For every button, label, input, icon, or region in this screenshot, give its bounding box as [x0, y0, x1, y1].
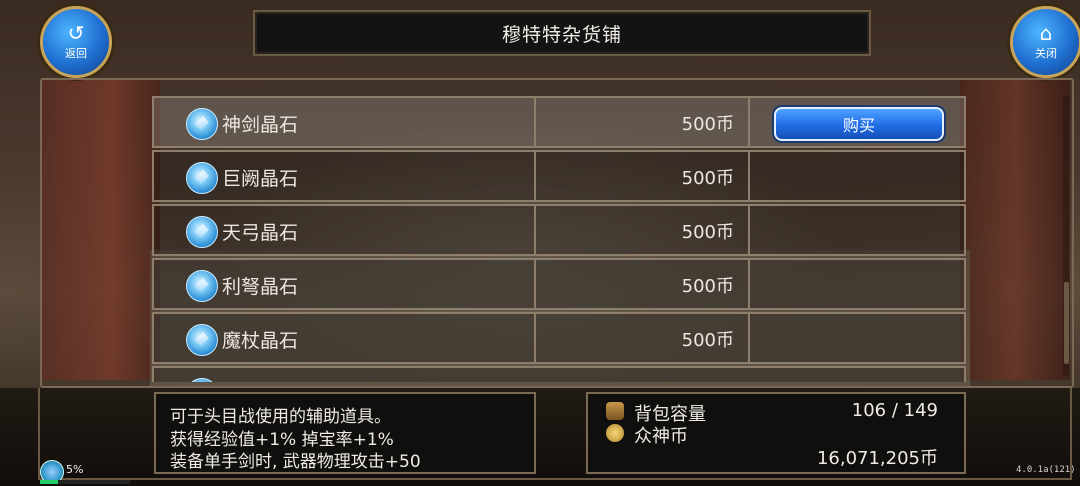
shop-title-bar: 穆特特杂货铺 — [253, 10, 871, 56]
crystal-gem-icon — [186, 162, 218, 194]
close-label: 关闭 — [1035, 47, 1057, 60]
crystal-gem-icon — [186, 216, 218, 248]
column-divider — [748, 314, 750, 362]
shop-item-list: 神剑晶石 500币 购买 巨阙晶石 500币 天弓晶石 500币 利弩晶石 50… — [152, 92, 966, 382]
shop-item-row-partial[interactable] — [152, 366, 966, 382]
item-name: 天弓晶石 — [222, 222, 299, 244]
shop-item-row[interactable]: 巨阙晶石 500币 — [152, 150, 966, 202]
description-line: 装备单手剑时, 武器物理攻击+50 — [170, 452, 421, 472]
coin-icon — [606, 424, 624, 442]
bag-capacity-value: 106 / 149 — [851, 400, 938, 421]
back-arrow-icon: ↺ — [67, 21, 85, 45]
shop-item-row[interactable]: 魔杖晶石 500币 — [152, 312, 966, 364]
crystal-gem-icon — [186, 270, 218, 302]
description-line: 可于头目战使用的辅助道具。 — [170, 407, 391, 427]
list-scroll-thumb[interactable] — [1064, 282, 1069, 364]
item-price: 500币 — [681, 276, 734, 297]
item-price: 500币 — [681, 222, 734, 243]
backpack-icon — [606, 402, 624, 420]
column-divider — [748, 260, 750, 308]
item-name: 利弩晶石 — [222, 276, 299, 298]
column-divider — [748, 206, 750, 254]
item-name: 巨阙晶石 — [222, 168, 299, 190]
crystal-gem-icon — [186, 108, 218, 140]
item-price: 500币 — [681, 114, 734, 135]
column-divider — [748, 152, 750, 200]
column-divider — [748, 98, 750, 146]
item-description-box: 可于头目战使用的辅助道具。 获得经验值+1% 掉宝率+1% 装备单手剑时, 武器… — [154, 392, 536, 474]
back-button[interactable]: ↺ 返回 — [40, 6, 112, 78]
item-name: 魔杖晶石 — [222, 330, 299, 352]
back-label: 返回 — [65, 47, 87, 60]
buy-button[interactable]: 购买 — [774, 107, 944, 141]
item-name: 神剑晶石 — [222, 114, 299, 136]
shop-title: 穆特特杂货铺 — [501, 23, 622, 46]
close-button[interactable]: ⌂ 关闭 — [1010, 6, 1080, 78]
coin-label: 众神币 — [634, 426, 688, 447]
shop-item-row[interactable]: 神剑晶石 500币 购买 — [152, 96, 966, 148]
item-price: 500币 — [681, 330, 734, 351]
shop-item-row[interactable]: 利弩晶石 500币 — [152, 258, 966, 310]
crystal-gem-icon — [186, 378, 218, 382]
exp-percent: 5% — [66, 463, 84, 476]
shop-item-row[interactable]: 天弓晶石 500币 — [152, 204, 966, 256]
home-icon: ⌂ — [1039, 21, 1053, 45]
coin-value: 16,071,205币 — [816, 448, 938, 469]
item-price: 500币 — [681, 168, 734, 189]
exp-bar-fill — [40, 480, 58, 484]
inventory-info-box: 背包容量 106 / 149 众神币 16,071,205币 — [586, 392, 966, 474]
version-text: 4.0.1a(121) — [1016, 465, 1076, 475]
crystal-gem-icon — [186, 324, 218, 356]
